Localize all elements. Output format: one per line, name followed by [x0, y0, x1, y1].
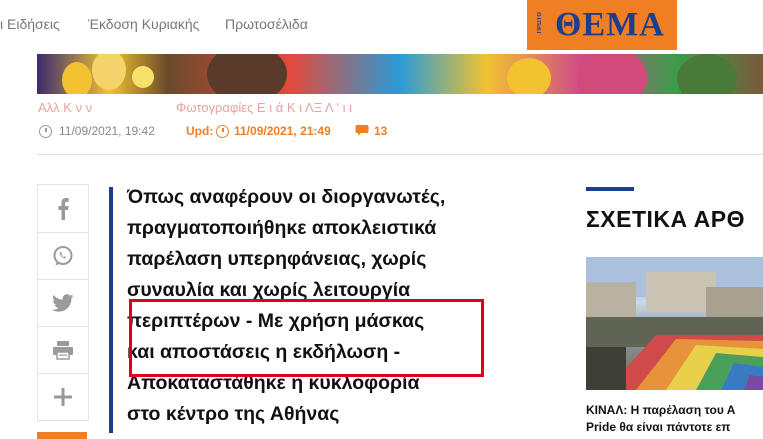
twitter-share-button[interactable]	[38, 279, 88, 327]
nav-link-front-pages[interactable]: Πρωτοσέλιδα	[225, 16, 308, 32]
top-nav: ι Ειδήσεις Έκδοση Κυριακής Πρωτοσέλιδα Π…	[0, 0, 763, 54]
share-bar	[37, 184, 89, 421]
facebook-share-button[interactable]	[38, 185, 88, 233]
lead-line: πραγματοποιήθηκε αποκλειστικά	[127, 217, 437, 239]
nav-link-sunday-edition[interactable]: Έκδοση Κυριακής	[88, 16, 199, 32]
updated-clock-icon	[216, 125, 229, 138]
print-button[interactable]	[38, 326, 88, 374]
print-icon	[53, 340, 73, 360]
related-articles-title: ΣΧΕΤΙΚΑ ΑΡΘ	[586, 206, 746, 232]
share-accent	[37, 432, 87, 439]
whatsapp-share-button[interactable]	[38, 232, 88, 280]
logo-word: ΘΕΜΑ	[555, 6, 665, 43]
logo-small-text: ΠΡΩΤΟ	[537, 12, 543, 34]
published-date: 11/09/2021, 19:42	[59, 124, 155, 138]
updated-label: Upd:	[186, 124, 214, 138]
plus-icon	[54, 387, 72, 406]
lead-line: στο κέντρο της Αθήνας	[127, 403, 340, 425]
related-article-image[interactable]	[586, 257, 763, 390]
twitter-icon	[52, 293, 74, 312]
lead-accent-bar	[109, 187, 113, 433]
updated-date: 11/09/2021, 21:49	[234, 124, 331, 138]
site-logo[interactable]: ΠΡΩΤΟ ΘΕΜΑ	[527, 0, 677, 50]
faded-link-left[interactable]: Αλλ Κ ν ν	[38, 100, 92, 115]
divider	[37, 154, 763, 155]
nav-link-news[interactable]: ι Ειδήσεις	[0, 16, 60, 32]
facebook-icon	[58, 197, 69, 220]
related-image-scene	[586, 257, 763, 390]
clock-icon	[39, 125, 52, 138]
lead-line: Όπως αναφέρουν οι διοργανωτές,	[127, 186, 446, 208]
caption-line: Pride θα είναι πάντοτε επ	[586, 420, 731, 434]
related-accent-bar	[586, 187, 634, 191]
comment-count[interactable]: 13	[374, 124, 387, 138]
comment-icon[interactable]	[355, 124, 369, 136]
whatsapp-icon	[53, 245, 73, 265]
more-share-button[interactable]	[38, 373, 88, 420]
faded-link-right[interactable]: Φωτογραφίες Ε ι ά Κ ι ΛΞ Λ ' ι ι	[176, 100, 352, 115]
related-article-caption[interactable]: ΚΙΝΑΛ: Η παρέλαση του Α Pride θα είναι π…	[586, 402, 763, 436]
lead-line: παρέλαση υπερηφάνειας, χωρίς	[127, 248, 427, 270]
hero-image	[37, 54, 763, 94]
highlight-box	[129, 299, 484, 377]
caption-line: ΚΙΝΑΛ: Η παρέλαση του Α	[586, 403, 736, 417]
